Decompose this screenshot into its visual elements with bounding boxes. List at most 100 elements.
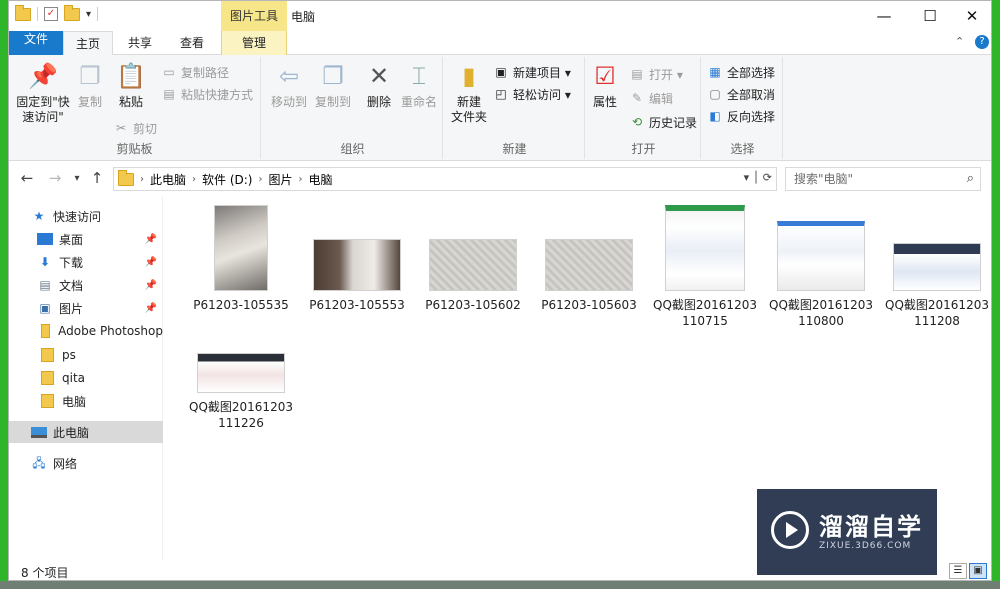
rename-button[interactable]: ⌶ 重命名 [399,61,439,110]
photo-thumbnail [214,205,268,291]
file-item[interactable]: QQ截图20161203111208 [879,243,991,329]
search-icon: ⌕ [966,171,974,186]
copy-path-button[interactable]: ▭ 复制路径 [161,63,229,81]
new-item-button[interactable]: ▣ 新建项目 ▾ [493,63,571,81]
nav-item-desktop[interactable]: 桌面 📌 [9,228,163,250]
screenshot-thumbnail [893,243,981,291]
delete-x-icon: ✕ [368,62,390,90]
close-button[interactable]: ✕ [949,1,991,31]
easy-access-icon: ◰ [495,87,507,101]
tab-view[interactable]: 查看 [167,31,217,55]
nav-item-qita[interactable]: qita [9,367,163,389]
copy-to-button[interactable]: ❐ 复制到 [311,61,355,110]
select-group: ▦ 全部选择 ▢ 全部取消 ◧ 反向选择 选择 [703,57,783,159]
cut-button[interactable]: ✂ 剪切 [113,119,157,137]
forward-arrow-icon[interactable]: → [45,169,65,187]
folder-icon [41,394,54,408]
file-item[interactable]: P61203-105603 [531,239,647,313]
new-folder-icon[interactable] [64,4,80,21]
history-button[interactable]: ⟲ 历史记录 [629,113,697,131]
open-button[interactable]: ▤ 打开 ▾ [629,65,683,83]
pin-label: 固定到"快 速访问" [16,95,70,124]
new-folder-button[interactable]: ▮ 新建 文件夹 [449,61,489,125]
properties-check-icon[interactable]: ✓ [44,7,58,21]
nav-item-pictures[interactable]: ▣ 图片 📌 [9,297,163,319]
large-icons-view-icon[interactable]: ▣ [969,563,987,579]
up-arrow-icon[interactable]: ↑ [87,169,107,187]
tab-manage[interactable]: 管理 [221,31,287,55]
screenshot-thumbnail [777,221,865,291]
clipboard-group: 📌 固定到"快 速访问" ❐ 复制 📋 粘贴 ▭ 复制路径 ▤ 粘贴快捷方式 ✂ [9,57,261,159]
breadcrumb-computer[interactable]: 电脑 [309,171,333,188]
move-to-button[interactable]: ⇦ 移动到 [267,61,311,110]
qat-customize-chevron-icon[interactable]: ▾ [86,9,91,20]
minimize-button[interactable]: — [861,1,907,31]
cut-label: 剪切 [133,121,158,136]
address-bar[interactable]: › 此电脑 › 软件 (D:) › 图片 › 电脑 ▾ │ ⟳ [113,167,777,191]
paste-button[interactable]: 📋 粘贴 [111,61,151,110]
delete-button[interactable]: ✕ 删除 [361,61,397,110]
edit-label: 编辑 [649,91,674,106]
pin-icon: 📌 [144,302,157,314]
desktop-icon [37,233,53,245]
recent-chevron-icon[interactable]: ▾ [67,173,87,184]
copy-path-icon: ▭ [163,65,175,79]
file-item[interactable]: P61203-105553 [299,239,415,313]
tab-share[interactable]: 共享 [115,31,165,55]
select-none-icon: ▢ [709,87,721,101]
pin-icon: 📌 [144,233,157,245]
breadcrumb-drive-d[interactable]: 软件 (D:) [202,171,252,188]
new-item-icon: ▣ [495,65,507,79]
tab-file[interactable]: 文件 [9,31,63,55]
nav-item-ps[interactable]: ps [9,344,163,366]
document-icon: ▤ [39,278,51,292]
tab-home[interactable]: 主页 [63,31,113,56]
open-icon: ▤ [631,67,643,81]
nav-item-adobe-photoshop[interactable]: Adobe Photoshop [9,320,163,342]
nav-item-downloads[interactable]: ⬇ 下载 📌 [9,251,163,273]
search-input[interactable]: 搜索"电脑" ⌕ [785,167,981,191]
breadcrumb-chevron-icon: › [140,173,144,185]
copy-label: 复制 [77,95,102,109]
nav-network[interactable]: 🖧 网络 [9,452,163,474]
file-name: P61203-105553 [309,298,405,312]
back-arrow-icon[interactable]: ← [17,169,37,187]
nav-network-label: 网络 [53,456,78,471]
nav-item-computer[interactable]: 电脑 [9,390,163,412]
nav-item-label: ps [62,348,76,362]
address-dropdown-refresh[interactable]: ▾ │ ⟳ [744,171,772,184]
collapse-ribbon-icon[interactable]: ⌃ [955,35,964,48]
maximize-button[interactable]: ☐ [907,1,953,31]
computer-icon [31,426,47,438]
file-item[interactable]: QQ截图20161203110715 [647,205,763,329]
file-item[interactable]: P61203-105535 [183,205,299,313]
file-name: P61203-105602 [425,298,521,312]
breadcrumb-this-pc[interactable]: 此电脑 [150,171,186,188]
file-item[interactable]: QQ截图20161203110800 [763,221,879,329]
nav-item-documents[interactable]: ▤ 文档 📌 [9,274,163,296]
help-icon[interactable]: ? [975,35,989,49]
edit-button[interactable]: ✎ 编辑 [629,89,673,107]
details-view-icon[interactable]: ☰ [949,563,967,579]
select-none-label: 全部取消 [727,87,776,102]
paste-shortcut-button[interactable]: ▤ 粘贴快捷方式 [161,85,253,103]
nav-this-pc[interactable]: 此电脑 [9,421,163,443]
nav-quick-access[interactable]: ★ 快速访问 [9,205,163,227]
network-icon: 🖧 [32,456,46,470]
easy-access-button[interactable]: ◰ 轻松访问 ▾ [493,85,571,103]
select-none-button[interactable]: ▢ 全部取消 [707,85,775,103]
copy-button[interactable]: ❐ 复制 [73,61,107,110]
select-all-button[interactable]: ▦ 全部选择 [707,63,775,81]
breadcrumb-pictures[interactable]: 图片 [268,171,292,188]
paste-shortcut-icon: ▤ [163,87,175,101]
pin-quick-access-button[interactable]: 📌 固定到"快 速访问" [15,61,71,125]
folder-icon [118,169,134,186]
move-to-icon: ⇦ [278,62,300,90]
invert-selection-button[interactable]: ◧ 反向选择 [707,107,775,125]
ribbon-tabs: 文件 主页 共享 查看 管理 ⌃ ? [9,31,991,56]
invert-selection-label: 反向选择 [727,109,776,124]
picture-tools-header: 图片工具 [221,1,287,31]
properties-button[interactable]: ☑ 属性 [589,61,621,110]
file-item[interactable]: QQ截图20161203111226 [183,353,299,431]
file-item[interactable]: P61203-105602 [415,239,531,313]
